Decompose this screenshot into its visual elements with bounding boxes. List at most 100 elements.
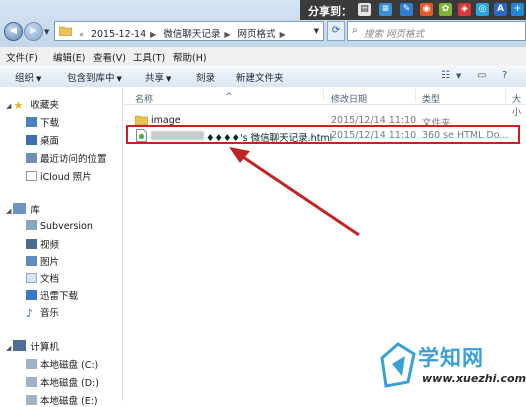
- command-bar: 组织 ▼ 包含到库中 ▼ 共享 ▼ 刻录 新建文件夹 ☷ ▼ ▭ ?: [0, 65, 526, 88]
- nav-item-label: 下载: [40, 118, 60, 129]
- watermark: 学知网 www.xuezhi.com: [376, 340, 526, 401]
- back-button[interactable]: ◀: [4, 22, 23, 41]
- help-icon[interactable]: ?: [502, 70, 507, 81]
- breadcrumb-overflow[interactable]: «: [79, 30, 84, 39]
- nav-favorites-label: 收藏夹: [30, 100, 59, 111]
- address-bar-region: ◀ ▶ ▼ « 2015-12-14 ▶ 微信聊天记录 ▶ 网页格式 ▶ ▼ ⟳ ⌕ …: [0, 0, 526, 47]
- nav-item-desktop[interactable]: 桌面: [26, 133, 59, 147]
- menu-help[interactable]: 帮助(H): [173, 50, 207, 64]
- nav-item-drive-e[interactable]: 本地磁盘 (E:): [26, 393, 98, 407]
- thunder-download-icon: [26, 290, 37, 300]
- nav-computer-label: 计算机: [30, 342, 59, 353]
- music-library-icon: ♪: [26, 307, 34, 320]
- nav-item-videos[interactable]: 视频: [26, 237, 59, 251]
- nav-libraries[interactable]: ◢ 库: [6, 202, 40, 216]
- nav-item-label: 图片: [40, 257, 60, 268]
- nav-item-label: 文档: [40, 274, 60, 285]
- drive-icon: [26, 395, 37, 405]
- nav-item-label: 本地磁盘 (E:): [40, 396, 98, 407]
- folder-icon: [59, 26, 72, 36]
- search-placeholder: 搜索 网页格式: [364, 29, 425, 40]
- view-options-icon[interactable]: ☷: [441, 70, 450, 81]
- nav-item-label: 迅雷下载: [40, 291, 79, 302]
- tencent-weibo-icon[interactable]: ≡: [379, 3, 392, 16]
- navigation-pane: ◢ ★ 收藏夹 下载 桌面 最近访问的位置 iCloud 照片 ◢ 库 Subvers…: [0, 87, 123, 407]
- nav-item-documents[interactable]: 文档: [26, 271, 59, 285]
- nav-item-thunder[interactable]: 迅雷下载: [26, 288, 78, 302]
- chevron-down-icon: ▼: [36, 75, 42, 83]
- refresh-button[interactable]: ⟳: [327, 21, 345, 41]
- search-field[interactable]: ⌕ 搜索 网页格式: [347, 21, 526, 41]
- watermark-logo-icon: [380, 342, 416, 388]
- collapse-triangle-icon[interactable]: ◢: [6, 344, 11, 352]
- baidu-icon[interactable]: A: [494, 3, 507, 16]
- nav-item-label: 桌面: [40, 136, 60, 147]
- renren-icon[interactable]: ◉: [420, 3, 433, 16]
- share-button[interactable]: 共享 ▼: [145, 70, 171, 84]
- icloud-photos-icon: [26, 171, 37, 181]
- menu-edit[interactable]: 编辑(E): [53, 50, 85, 64]
- nav-item-label: Subversion: [40, 221, 93, 232]
- search-icon: ⌕: [352, 25, 358, 36]
- forward-button[interactable]: ▶: [24, 22, 43, 41]
- nav-item-label: 最近访问的位置: [40, 154, 107, 165]
- subversion-icon: [26, 220, 37, 230]
- douban-icon[interactable]: ◈: [458, 3, 471, 16]
- drive-icon: [26, 359, 37, 369]
- chevron-down-icon: ▼: [166, 75, 172, 83]
- qq-share-icon[interactable]: ▤: [358, 3, 371, 16]
- breadcrumb-item[interactable]: 网页格式: [238, 29, 276, 40]
- nav-item-subversion[interactable]: Subversion: [26, 220, 93, 234]
- breadcrumb-item[interactable]: 2015-12-14: [91, 29, 146, 40]
- drive-icon: [26, 377, 37, 387]
- share-label-toolbar: 共享: [145, 73, 165, 84]
- qzone-icon[interactable]: ◎: [476, 3, 489, 16]
- organize-button[interactable]: 组织 ▼: [15, 70, 41, 84]
- chevron-down-icon[interactable]: ▼: [456, 72, 461, 80]
- star-icon: ★: [13, 99, 24, 112]
- nav-item-recent[interactable]: 最近访问的位置: [26, 151, 107, 165]
- nav-favorites[interactable]: ◢ ★ 收藏夹: [6, 97, 59, 112]
- watermark-url: www.xuezhi.com: [422, 372, 526, 385]
- nav-item-drive-d[interactable]: 本地磁盘 (D:): [26, 375, 99, 389]
- nav-item-label: 视频: [40, 240, 60, 251]
- breadcrumb: « 2015-12-14 ▶ 微信聊天记录 ▶ 网页格式 ▶: [79, 26, 290, 40]
- nav-item-icloud[interactable]: iCloud 照片: [26, 169, 92, 183]
- menu-view[interactable]: 查看(V): [93, 50, 126, 64]
- organize-label: 组织: [15, 73, 35, 84]
- burn-button[interactable]: 刻录: [196, 70, 215, 84]
- nav-item-label: 本地磁盘 (D:): [40, 378, 99, 389]
- recent-places-icon: [26, 153, 37, 163]
- nav-item-drive-c[interactable]: 本地磁盘 (C:): [26, 357, 98, 371]
- chevron-right-icon[interactable]: ▶: [280, 30, 286, 39]
- menu-tools[interactable]: 工具(T): [133, 50, 165, 64]
- nav-item-downloads[interactable]: 下载: [26, 115, 59, 129]
- chevron-right-icon[interactable]: ▶: [224, 30, 230, 39]
- sina-weibo-icon[interactable]: ✿: [439, 3, 452, 16]
- nav-computer[interactable]: ◢ 计算机: [6, 339, 59, 353]
- include-library-button[interactable]: 包含到库中 ▼: [67, 70, 122, 84]
- desktop-icon: [26, 135, 37, 145]
- watermark-name: 学知网: [418, 346, 484, 370]
- kaixin-icon[interactable]: ✎: [400, 3, 413, 16]
- more-icon[interactable]: +: [511, 3, 524, 16]
- new-folder-button[interactable]: 新建文件夹: [236, 70, 284, 84]
- breadcrumb-item[interactable]: 微信聊天记录: [163, 29, 220, 40]
- nav-item-pictures[interactable]: 图片: [26, 254, 59, 268]
- recent-pages-dropdown[interactable]: ▼: [44, 28, 49, 36]
- chevron-right-icon[interactable]: ▶: [150, 30, 156, 39]
- video-library-icon: [26, 239, 37, 249]
- picture-library-icon: [26, 256, 37, 266]
- nav-item-music[interactable]: ♪ 音乐: [26, 305, 60, 320]
- address-history-dropdown[interactable]: ▼: [314, 27, 319, 35]
- preview-pane-icon[interactable]: ▭: [477, 70, 486, 81]
- collapse-triangle-icon[interactable]: ◢: [6, 102, 11, 110]
- address-field[interactable]: « 2015-12-14 ▶ 微信聊天记录 ▶ 网页格式 ▶ ▼: [54, 21, 324, 41]
- nav-libraries-label: 库: [30, 205, 40, 216]
- menu-file[interactable]: 文件(F): [6, 50, 38, 64]
- nav-item-label: 音乐: [40, 308, 60, 319]
- collapse-triangle-icon[interactable]: ◢: [6, 207, 11, 215]
- download-folder-icon: [26, 117, 37, 127]
- menu-bar: 文件(F) 编辑(E) 查看(V) 工具(T) 帮助(H): [0, 47, 526, 65]
- document-library-icon: [26, 273, 37, 283]
